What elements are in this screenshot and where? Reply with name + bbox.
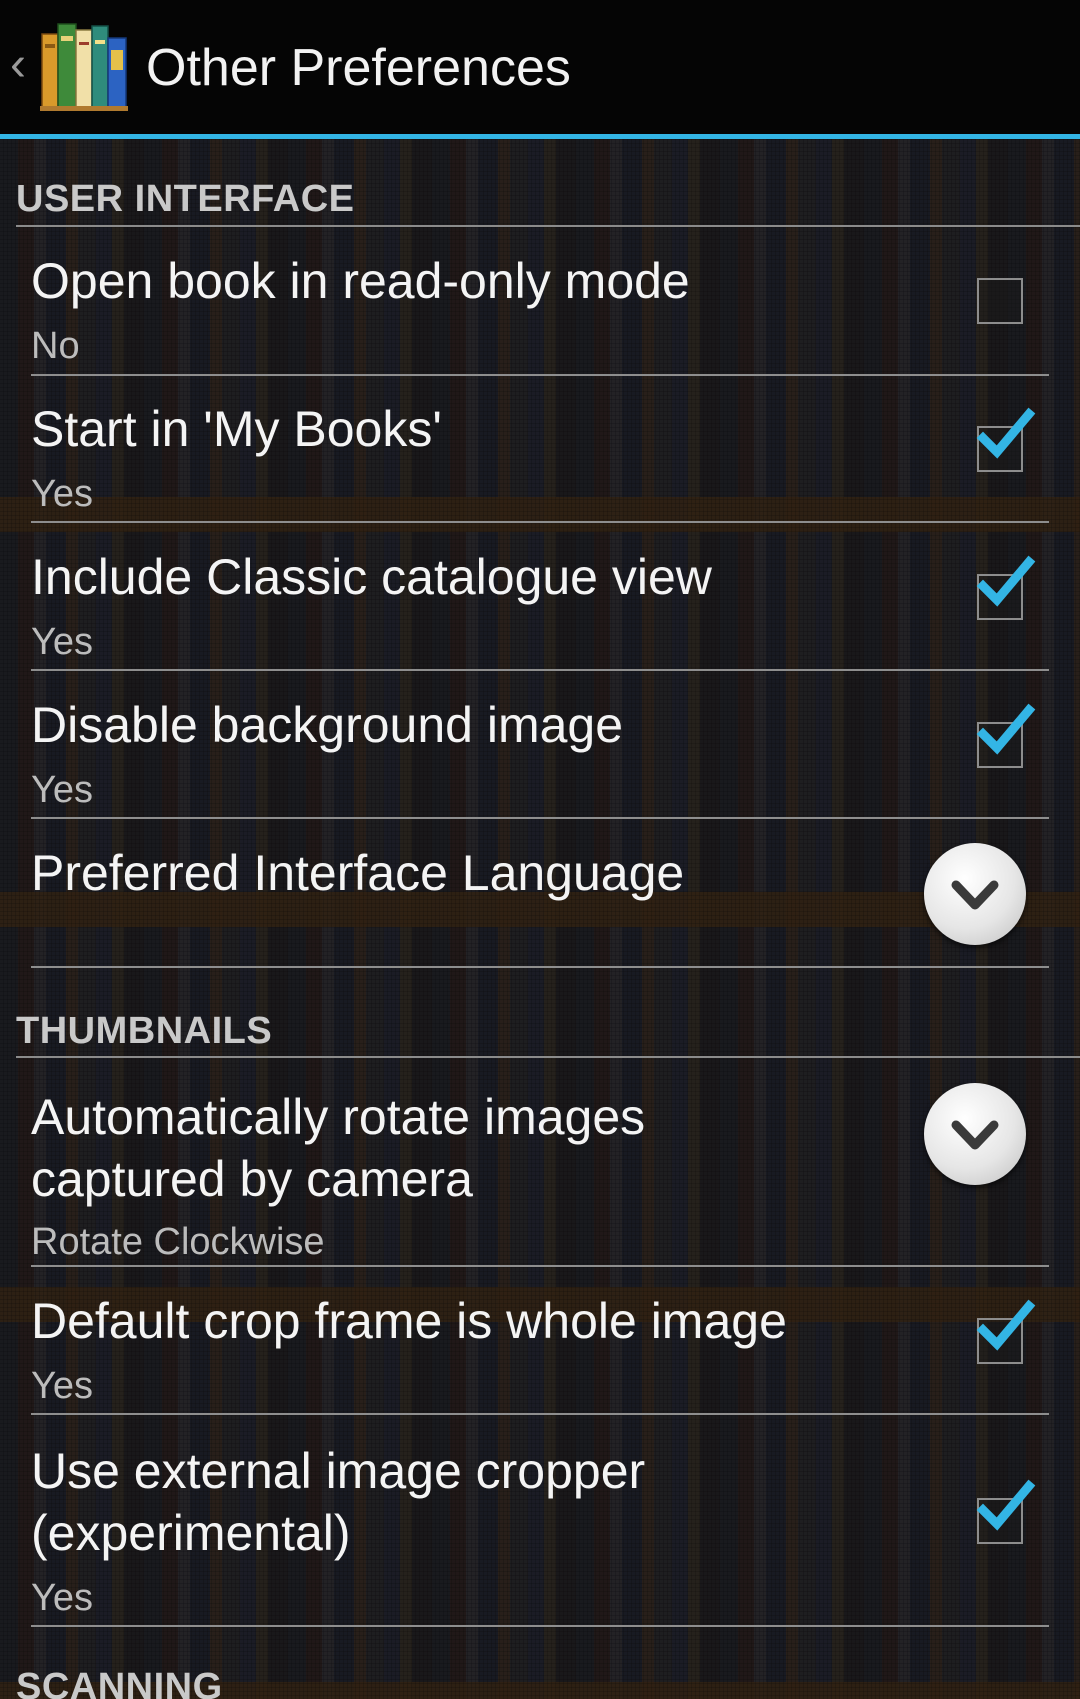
- pref-include-classic-catalogue[interactable]: Include Classic catalogue view Yes: [0, 540, 1080, 670]
- checkmark-icon: [976, 555, 1036, 607]
- pref-title: Use external image cropper (experimental…: [31, 1443, 646, 1561]
- checkmark-icon: [976, 1479, 1036, 1531]
- dropdown-button[interactable]: [924, 843, 1026, 945]
- item-divider: [31, 1413, 1049, 1415]
- checkbox-checked[interactable]: [976, 703, 1036, 768]
- chevron-down-icon: [951, 1120, 999, 1150]
- pref-default-crop-frame[interactable]: Default crop frame is whole image Yes: [0, 1284, 1080, 1414]
- pref-title: Default crop frame is whole image: [31, 1293, 787, 1349]
- checkbox-checked[interactable]: [976, 555, 1036, 620]
- chevron-left-icon[interactable]: ‹: [10, 40, 34, 90]
- checkmark-icon: [976, 1299, 1036, 1351]
- pref-summary: Yes: [31, 769, 93, 811]
- pref-title: Open book in read-only mode: [31, 253, 690, 309]
- item-divider: [31, 966, 1049, 968]
- pref-title: Disable background image: [31, 697, 624, 753]
- checkbox-checked[interactable]: [976, 407, 1036, 472]
- item-divider: [31, 374, 1049, 376]
- dropdown-button[interactable]: [924, 1083, 1026, 1185]
- section-divider: [16, 1056, 1080, 1058]
- item-divider: [31, 1625, 1049, 1627]
- pref-summary: No: [31, 325, 80, 367]
- checkbox-checked[interactable]: [976, 1479, 1036, 1544]
- section-header-user-interface: USER INTERFACE: [16, 178, 355, 220]
- pref-open-read-only[interactable]: Open book in read-only mode No: [0, 244, 1080, 376]
- pref-summary: Yes: [31, 1365, 93, 1407]
- action-bar: ‹ Other Preferences: [0, 0, 1080, 139]
- pref-summary: Yes: [31, 1577, 93, 1619]
- pref-preferred-interface-language[interactable]: Preferred Interface Language: [0, 836, 1080, 966]
- pref-auto-rotate-images[interactable]: Automatically rotate images captured by …: [0, 1076, 1080, 1266]
- checkmark-icon: [976, 703, 1036, 755]
- section-header-thumbnails: THUMBNAILS: [16, 1010, 273, 1052]
- checkmark-icon: [976, 407, 1036, 459]
- action-bar-underline: [0, 134, 1080, 139]
- pref-title: Automatically rotate images captured by …: [31, 1089, 646, 1207]
- pref-summary: Yes: [31, 473, 93, 515]
- item-divider: [31, 817, 1049, 819]
- page-title: Other Preferences: [146, 39, 571, 97]
- checkbox-unchecked[interactable]: [977, 278, 1023, 324]
- section-divider: [16, 225, 1080, 227]
- item-divider: [31, 1265, 1049, 1267]
- pref-disable-background-image[interactable]: Disable background image Yes: [0, 688, 1080, 818]
- pref-summary: Rotate Clockwise: [31, 1221, 325, 1263]
- pref-title: Start in 'My Books': [31, 401, 442, 457]
- checkbox-checked[interactable]: [976, 1299, 1036, 1364]
- books-app-icon[interactable]: [40, 20, 128, 112]
- item-divider: [31, 521, 1049, 523]
- pref-external-image-cropper[interactable]: Use external image cropper (experimental…: [0, 1432, 1080, 1622]
- chevron-down-icon: [951, 880, 999, 910]
- item-divider: [31, 669, 1049, 671]
- pref-title: Include Classic catalogue view: [31, 549, 712, 605]
- pref-start-in-my-books[interactable]: Start in 'My Books' Yes: [0, 392, 1080, 522]
- pref-title: Preferred Interface Language: [31, 845, 685, 901]
- section-header-scanning: SCANNING: [16, 1666, 223, 1699]
- preferences-screen: ‹ Other Preferences USER INTERFACE Open …: [0, 0, 1080, 1699]
- pref-summary: Yes: [31, 621, 93, 663]
